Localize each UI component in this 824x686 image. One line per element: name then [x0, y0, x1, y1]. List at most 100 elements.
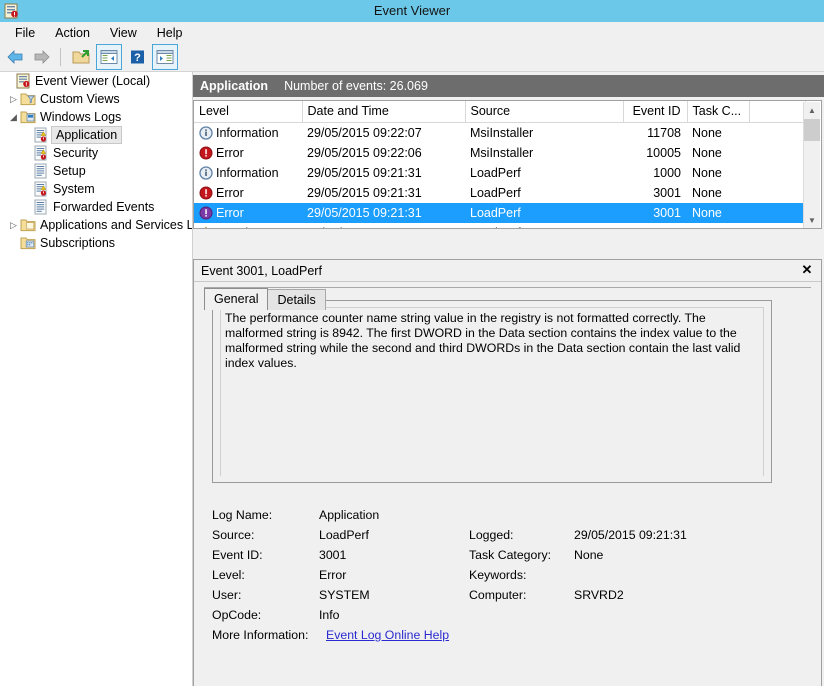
sidebar-item-windows-logs[interactable]: ◢ Windows Logs [0, 108, 192, 126]
detail-title: Event 3001, LoadPerf [201, 263, 322, 278]
scrollbar-thumb[interactable] [804, 119, 820, 141]
scroll-up-arrow-icon[interactable]: ▲ [804, 102, 820, 119]
tree-expander-expanded[interactable]: ◢ [7, 108, 20, 126]
more-information-label: More Information: [212, 628, 309, 642]
tree-expander[interactable] [2, 72, 15, 90]
error-icon [199, 146, 213, 160]
error-icon [199, 186, 213, 200]
sidebar-item-label: Windows Logs [40, 110, 122, 124]
scroll-down-arrow-icon[interactable]: ▼ [804, 212, 820, 228]
cell-task: None [692, 146, 722, 160]
meta-row-more-information: More Information: Event Log Online Help [212, 625, 812, 645]
task-category-field-label: Task Category: [469, 548, 552, 562]
cell-task: None [687, 223, 749, 228]
source-field-value: LoadPerf [319, 528, 369, 542]
table-row[interactable]: Warning 29/05/2015 09:21:31 LoadPerf 200… [194, 223, 805, 228]
sidebar-item-subscriptions[interactable]: Subscriptions [0, 234, 192, 252]
help-icon[interactable]: ? [125, 45, 149, 69]
log-warning-icon [33, 145, 49, 161]
event-count-label: Number of events: 26.069 [284, 79, 428, 93]
cell-task: None [692, 126, 722, 140]
column-header-date-and-time[interactable]: Date and Time [302, 101, 466, 123]
cell-datetime: 29/05/2015 09:21:31 [302, 203, 465, 223]
sidebar-item-security[interactable]: Security [0, 144, 192, 162]
toolbar: ? [0, 43, 824, 72]
error-icon [199, 206, 213, 220]
sidebar-item-setup[interactable]: Setup [0, 162, 192, 180]
back-arrow-icon[interactable] [3, 45, 27, 69]
table-row[interactable]: Error 29/05/2015 09:21:31 LoadPerf 3001 … [194, 183, 805, 203]
source-field-label: Source: [212, 528, 255, 542]
table-header-row: Level Date and Time Source Event ID Task… [194, 101, 806, 123]
cell-level: Warning [216, 226, 262, 228]
tab-underline [204, 287, 811, 288]
sidebar-item-system[interactable]: System [0, 180, 192, 198]
cell-level: Error [216, 206, 244, 220]
information-icon [199, 126, 213, 140]
table-row[interactable]: Information 29/05/2015 09:21:31 LoadPerf… [194, 163, 805, 183]
table-row[interactable]: Error 29/05/2015 09:22:06 MsiInstaller 1… [194, 143, 805, 163]
sidebar-item-applications-and-services-logs[interactable]: ▷ Applications and Services Lo [0, 216, 192, 234]
cell-datetime: 29/05/2015 09:21:31 [307, 186, 422, 200]
level-field-value: Error [319, 568, 347, 582]
log-warning-icon [33, 181, 49, 197]
tab-details[interactable]: Details [267, 289, 326, 310]
show-hide-action-pane-icon[interactable] [152, 44, 178, 70]
tree-expander[interactable] [7, 234, 20, 252]
cell-level: Information [216, 126, 279, 140]
toolbar-separator [60, 48, 61, 66]
cell-datetime: 29/05/2015 09:22:06 [307, 146, 422, 160]
sidebar-item-custom-views[interactable]: ▷ Custom Views [0, 90, 192, 108]
show-hide-console-tree-icon[interactable] [96, 44, 122, 70]
cell-source: MsiInstaller [470, 146, 534, 160]
open-saved-log-icon[interactable] [69, 45, 93, 69]
event-detail-pane: Event 3001, LoadPerf ✕ General Details T… [193, 259, 822, 686]
opcode-field-value: Info [319, 608, 340, 622]
sidebar-item-label: Event Viewer (Local) [35, 74, 151, 88]
event-log-online-help-link[interactable]: Event Log Online Help [326, 628, 449, 642]
event-list-scrollbar[interactable]: ▲ ▼ [803, 102, 820, 228]
meta-row-opcode: OpCode: Info [212, 605, 812, 625]
tab-general[interactable]: General [204, 288, 269, 310]
sidebar-item-label: Application [51, 126, 123, 144]
folder-logs-icon [20, 109, 36, 125]
folder-open-icon [20, 217, 36, 233]
column-header-task-category[interactable]: Task C... [687, 101, 750, 123]
event-viewer-window: Event Viewer File Action View Help ? Eve… [0, 0, 824, 686]
window-title: Event Viewer [373, 3, 451, 18]
table-row[interactable]: Information 29/05/2015 09:22:07 MsiInsta… [194, 123, 805, 144]
cell-task: None [692, 186, 722, 200]
sidebar-item-label: Applications and Services Lo [40, 218, 193, 232]
column-header-event-id[interactable]: Event ID [623, 101, 688, 123]
menu-item-view[interactable]: View [101, 24, 146, 42]
column-header-source[interactable]: Source [465, 101, 624, 123]
forward-arrow-icon[interactable] [30, 45, 54, 69]
log-name-field-label: Log Name: [212, 508, 273, 522]
menu-item-help[interactable]: Help [148, 24, 192, 42]
meta-row-event-id: Event ID: 3001 Task Category: None [212, 545, 812, 565]
event-description-box[interactable]: The performance counter name string valu… [212, 300, 772, 483]
task-category-field-value: None [574, 548, 604, 562]
event-table: Level Date and Time Source Event ID Task… [194, 101, 806, 228]
menu-item-action[interactable]: Action [46, 24, 99, 42]
computer-field-label: Computer: [469, 588, 527, 602]
close-icon[interactable]: ✕ [799, 262, 815, 278]
logged-field-value: 29/05/2015 09:21:31 [574, 528, 687, 542]
tree-expander-collapsed[interactable]: ▷ [7, 216, 20, 234]
keywords-field-label: Keywords: [469, 568, 527, 582]
menu-item-file[interactable]: File [6, 24, 44, 42]
results-pane: Application Number of events: 26.069 Lev… [193, 72, 824, 686]
sidebar-item-forwarded-events[interactable]: Forwarded Events [0, 198, 192, 216]
computer-field-value: SRVRD2 [574, 588, 624, 602]
cell-source: LoadPerf [470, 186, 521, 200]
sidebar-item-application[interactable]: Application [0, 126, 192, 144]
sidebar-item-event-viewer-local[interactable]: Event Viewer (Local) [0, 72, 192, 90]
level-field-label: Level: [212, 568, 245, 582]
opcode-field-label: OpCode: [212, 608, 262, 622]
tree-expander-collapsed[interactable]: ▷ [7, 90, 20, 108]
event-metadata: Log Name: Application Source: LoadPerf L… [212, 505, 812, 645]
column-header-level[interactable]: Level [194, 101, 303, 123]
table-row-selected[interactable]: Error 29/05/2015 09:21:31 LoadPerf 3001 … [194, 203, 805, 223]
cell-task: None [687, 203, 749, 223]
cell-event-id: 10005 [646, 146, 681, 160]
